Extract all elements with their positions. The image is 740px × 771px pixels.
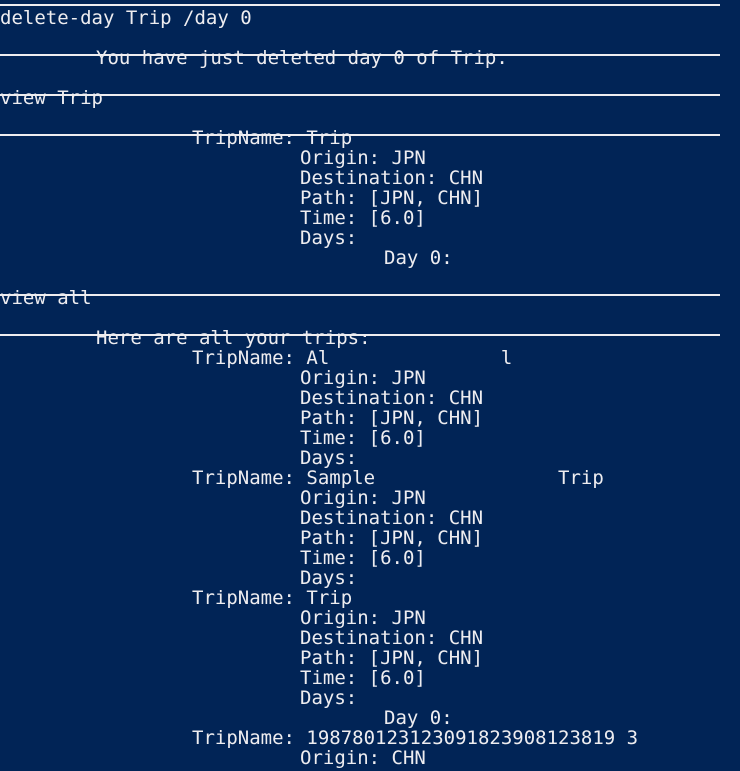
terminal-line: Time: [6.0] bbox=[300, 427, 426, 449]
terminal-line: Destination: CHN bbox=[300, 627, 484, 649]
terminal-line: Origin: CHN bbox=[300, 747, 426, 769]
terminal-line: TripName: Al l bbox=[192, 347, 513, 369]
terminal-line: Days: bbox=[300, 687, 358, 709]
terminal-line: Day 0: bbox=[384, 707, 453, 729]
terminal-line: Time: [6.0] bbox=[300, 667, 426, 689]
terminal-window[interactable]: delete-day Trip /day 0 You have just dele… bbox=[0, 0, 740, 771]
terminal-line: TripName: Trip bbox=[192, 127, 353, 149]
terminal-line: TripName: Trip bbox=[192, 587, 353, 609]
terminal-line: Destination: CHN bbox=[300, 167, 484, 189]
terminal-line: Path: [JPN, CHN] bbox=[300, 407, 484, 429]
terminal-line: Destination: CHN bbox=[300, 387, 484, 409]
separator-line bbox=[0, 294, 720, 296]
terminal-line: delete-day Trip /day 0 bbox=[0, 7, 252, 29]
terminal-line: Day 0: bbox=[384, 247, 453, 269]
terminal-line: Time: [6.0] bbox=[300, 207, 426, 229]
terminal-line: view all bbox=[0, 287, 92, 309]
separator-line bbox=[0, 134, 720, 136]
terminal-line: Path: [JPN, CHN] bbox=[300, 527, 484, 549]
terminal-line: Origin: JPN bbox=[300, 147, 426, 169]
terminal-line: Path: [JPN, CHN] bbox=[300, 187, 484, 209]
terminal-line: Path: [JPN, CHN] bbox=[300, 647, 484, 669]
terminal-line: Days: bbox=[300, 447, 358, 469]
terminal-line: Origin: JPN bbox=[300, 487, 426, 509]
terminal-line: Origin: JPN bbox=[300, 607, 426, 629]
terminal-line: TripName: Sample Trip bbox=[192, 467, 604, 489]
terminal-line: You have just deleted day 0 of Trip. bbox=[96, 47, 508, 69]
terminal-line: Days: bbox=[300, 567, 358, 589]
terminal-line: Origin: JPN bbox=[300, 367, 426, 389]
terminal-line: Days: bbox=[300, 227, 358, 249]
separator-line bbox=[0, 4, 720, 6]
terminal-line: Time: [6.0] bbox=[300, 547, 426, 569]
separator-line bbox=[0, 94, 720, 96]
terminal-line: Here are all your trips: bbox=[96, 327, 371, 349]
terminal-line: TripName: 198780123123091823908123819 3 bbox=[192, 727, 639, 749]
terminal-line: Destination: CHN bbox=[300, 507, 484, 529]
terminal-line: view Trip bbox=[0, 87, 103, 109]
